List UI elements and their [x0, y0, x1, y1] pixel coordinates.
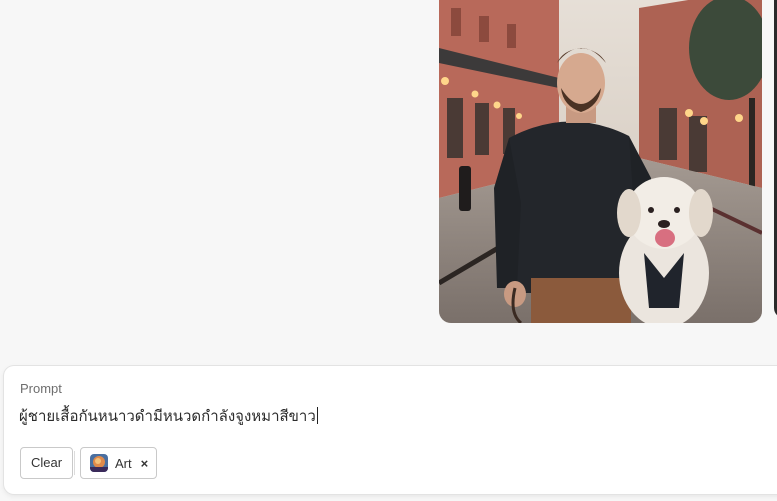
- toolbar-divider: [74, 451, 75, 475]
- generated-image: [439, 0, 762, 323]
- clear-button[interactable]: Clear: [20, 447, 74, 479]
- prompt-input-value: ผู้ชายเสื้อกันหนาวดำมีหนวดกำลังจูงหมาสีข…: [19, 407, 316, 425]
- generated-image-card[interactable]: [439, 0, 762, 323]
- art-style-thumbnail-icon: [90, 454, 108, 472]
- text-caret: [316, 407, 318, 424]
- prompt-input[interactable]: ผู้ชายเสื้อกันหนาวดำมีหนวดกำลังจูงหมาสีข…: [19, 404, 318, 428]
- style-chip-art[interactable]: Art ×: [80, 447, 158, 479]
- prompt-label: Prompt: [20, 381, 62, 396]
- prompt-panel: Prompt ผู้ชายเสื้อกันหนาวดำมีหนวดกำลังจู…: [4, 366, 777, 494]
- remove-style-close-icon[interactable]: ×: [141, 457, 149, 470]
- style-chip-label: Art: [115, 455, 132, 471]
- app-canvas: Prompt ผู้ชายเสื้อกันหนาวดำมีหนวดกำลังจู…: [0, 0, 777, 501]
